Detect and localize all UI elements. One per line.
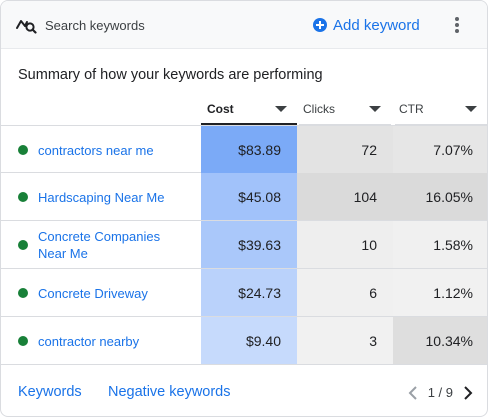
add-keyword-button[interactable]: Add keyword (313, 14, 420, 36)
cost-cell: $24.73 (201, 269, 297, 316)
column-label-ctr: CTR (399, 102, 424, 116)
card-footer: Keywords Negative keywords 1 / 9 (1, 367, 487, 416)
keyword-link[interactable]: contractor nearby (38, 317, 188, 365)
cost-cell: $9.40 (201, 317, 297, 364)
card-title: Search keywords (45, 18, 145, 33)
clicks-cell: 72 (297, 126, 393, 173)
status-dot-icon (18, 288, 28, 298)
keyword-link[interactable]: Concrete Driveway (38, 269, 188, 317)
keyword-link[interactable]: Hardscaping Near Me (38, 173, 188, 221)
keywords-table: contractors near me $83.89 72 7.07% Hard… (1, 125, 487, 365)
ctr-cell: 1.58% (393, 221, 487, 268)
keyword-link[interactable]: Concrete Companies Near Me (38, 221, 188, 269)
negative-keywords-link[interactable]: Negative keywords (108, 384, 231, 400)
dropdown-arrow-icon (275, 106, 287, 112)
status-dot-icon (18, 240, 28, 250)
status-dot-icon (18, 192, 28, 202)
more-options-button[interactable] (449, 15, 465, 35)
add-keyword-label: Add keyword (333, 16, 420, 34)
dropdown-arrow-icon (369, 106, 381, 112)
ctr-cell: 1.12% (393, 269, 487, 316)
chevron-right-icon[interactable] (463, 385, 473, 400)
table-row: Hardscaping Near Me $45.08 104 16.05% (1, 173, 487, 221)
dropdown-arrow-icon (465, 106, 477, 112)
column-header-clicks[interactable]: Clicks (299, 97, 391, 125)
pagination: 1 / 9 (408, 385, 473, 400)
add-circle-icon (313, 18, 327, 32)
ctr-cell: 16.05% (393, 173, 487, 220)
clicks-cell: 10 (297, 221, 393, 268)
keywords-link[interactable]: Keywords (18, 384, 82, 400)
clicks-cell: 3 (297, 317, 393, 364)
clicks-cell: 6 (297, 269, 393, 316)
table-row: contractors near me $83.89 72 7.07% (1, 125, 487, 174)
keywords-card: Search keywords Add keyword Summary of h… (0, 0, 488, 417)
card-header: Search keywords Add keyword (1, 1, 487, 49)
keyword-link[interactable]: contractors near me (38, 126, 188, 174)
status-dot-icon (18, 145, 28, 155)
table-row: contractor nearby $9.40 3 10.34% (1, 317, 487, 365)
column-label-clicks: Clicks (303, 102, 335, 116)
table-row: Concrete Driveway $24.73 6 1.12% (1, 269, 487, 317)
table-row: Concrete Companies Near Me $39.63 10 1.5… (1, 221, 487, 269)
column-header-ctr[interactable]: CTR (395, 97, 487, 125)
clicks-cell: 104 (297, 173, 393, 220)
cost-cell: $39.63 (201, 221, 297, 268)
keyword-search-icon (16, 20, 37, 34)
cost-cell: $45.08 (201, 173, 297, 220)
ctr-cell: 10.34% (393, 317, 487, 364)
page-indicator: 1 / 9 (427, 385, 453, 400)
status-dot-icon (18, 336, 28, 346)
more-vert-icon (455, 17, 459, 21)
summary-heading: Summary of how your keywords are perform… (18, 67, 323, 83)
column-header-cost[interactable]: Cost (201, 97, 297, 125)
cost-cell: $83.89 (201, 126, 297, 173)
column-label-cost: Cost (207, 102, 234, 116)
ctr-cell: 7.07% (393, 126, 487, 173)
chevron-left-icon[interactable] (408, 385, 418, 400)
